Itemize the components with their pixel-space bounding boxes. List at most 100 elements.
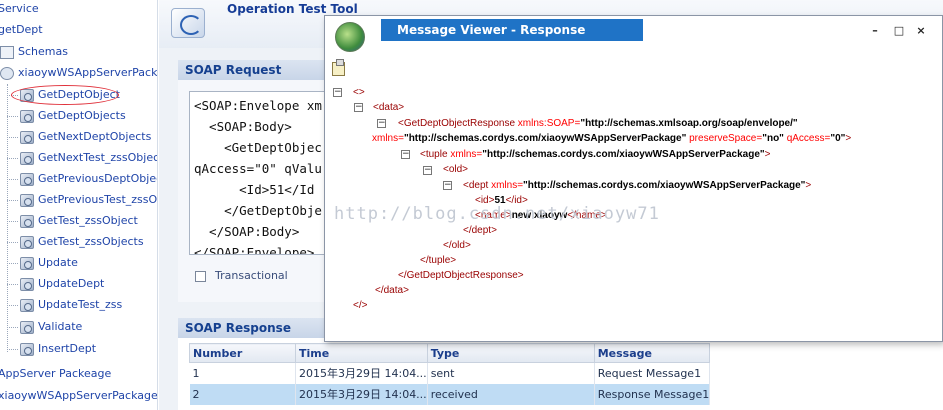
tree-guide-line xyxy=(7,179,18,180)
tree-guide-line xyxy=(7,221,18,222)
tree-item-label: InsertDept xyxy=(38,342,97,355)
tree-item-getdept[interactable]: getDept xyxy=(0,21,43,39)
operation-test-tool-logo-icon xyxy=(171,8,205,38)
soap-response-panel: Number Time Type Message 1 2015年3月29日 14… xyxy=(178,338,943,410)
cell-type: sent xyxy=(427,362,595,384)
operation-icon xyxy=(20,110,34,123)
operation-icon xyxy=(20,215,34,228)
tree-guide-line xyxy=(7,137,18,138)
collapse-toggle[interactable]: − xyxy=(377,119,386,128)
viewer-globe-gear-icon xyxy=(335,22,365,52)
tree-item-label: UpdateTest_zss xyxy=(38,298,123,311)
tree-item-package-2[interactable]: xiaoywWSAppServerPackage xyxy=(0,387,158,405)
package-icon xyxy=(0,67,14,80)
tree-guide-line xyxy=(7,242,18,243)
xml-attr-name: xmlns= xyxy=(372,133,404,144)
operation-icon xyxy=(20,236,34,249)
xml-tag: > xyxy=(764,149,771,160)
xml-line: </tuple> xyxy=(420,253,456,268)
xml-tag: <tuple xyxy=(420,149,451,160)
cell-number: 1 xyxy=(189,362,296,384)
app-title: Operation Test Tool xyxy=(227,2,358,16)
tree-item-label: GetNextDeptObjects xyxy=(38,130,152,143)
close-button[interactable]: × xyxy=(915,25,927,37)
tree-item-label: xiaoywWSAppServerPackage xyxy=(18,66,158,79)
tree-guide-line xyxy=(7,158,18,159)
xml-tag: > xyxy=(805,180,812,191)
transactional-checkbox[interactable] xyxy=(195,271,206,282)
xml-tag: <> xyxy=(353,87,365,98)
tree-item-service[interactable]: Service xyxy=(0,0,39,18)
xml-tag: </> xyxy=(353,300,368,311)
selection-highlight-circle xyxy=(11,85,119,105)
xml-line: xmlns="http://schemas.cordys.com/xiaoywW… xyxy=(372,131,851,146)
cell-message: Response Message1 xyxy=(594,383,711,405)
collapse-toggle[interactable]: − xyxy=(423,166,432,175)
tree-item-label: xiaoywWSAppServerPackage xyxy=(0,389,158,402)
minimize-button[interactable]: – xyxy=(869,25,881,37)
column-header-time[interactable]: Time xyxy=(295,343,428,363)
xml-line: <> xyxy=(353,85,365,100)
operation-icon xyxy=(20,257,34,270)
table-row[interactable]: 1 2015年3月29日 14:04... sent Request Messa… xyxy=(189,362,711,384)
column-header-type[interactable]: Type xyxy=(426,343,595,363)
xml-attr-value: "no" xyxy=(762,133,784,144)
xml-line: <data> xyxy=(373,100,404,115)
viewer-title: Message Viewer - Response Message1 xyxy=(381,19,643,59)
table-row[interactable]: 2 2015年3月29日 14:04... received Response … xyxy=(189,383,711,405)
xml-line: <tuple xmlns="http://schemas.cordys.com/… xyxy=(420,147,770,162)
cell-number: 2 xyxy=(189,383,296,405)
watermark-text: http://blog.csdn.net/xiaoyw71 xyxy=(334,204,660,224)
tree-guide-line xyxy=(7,116,18,117)
tree-guide-line xyxy=(7,349,18,350)
operations-tree: Service getDept Schemas xiaoywWSAppServe… xyxy=(0,0,158,410)
tree-item-label: GetNextTest_zssObjects xyxy=(38,151,158,164)
xml-attr-name: xmlns= xyxy=(491,180,524,191)
schema-icon xyxy=(0,46,14,59)
tree-guide-line xyxy=(7,284,18,285)
soap-request-title: SOAP Request xyxy=(185,63,282,77)
xml-attr-value: "http://schemas.xmlsoap.org/soap/envelop… xyxy=(580,118,798,129)
maximize-button[interactable]: □ xyxy=(893,25,905,37)
tree-item-label: GetTest_zssObjects xyxy=(38,235,144,248)
clipboard-copy-icon[interactable] xyxy=(332,59,345,76)
cell-type: received xyxy=(427,383,595,405)
transactional-label: Transactional xyxy=(215,269,288,282)
viewer-toolbar xyxy=(325,56,942,80)
xml-line: <old> xyxy=(443,162,468,177)
tree-item-label: GetPreviousTest_zssObjects xyxy=(38,193,158,206)
cell-message: Request Message1 xyxy=(594,362,711,384)
column-header-number[interactable]: Number xyxy=(189,343,296,363)
tree-item-label: Schemas xyxy=(18,45,68,58)
table-header-row: Number Time Type Message xyxy=(189,343,711,363)
xml-tag: <old> xyxy=(443,164,469,175)
xml-line: </> xyxy=(353,298,367,313)
xml-attr-name: qAccess= xyxy=(786,133,831,144)
collapse-toggle[interactable]: − xyxy=(354,103,363,112)
soap-response-title: SOAP Response xyxy=(185,321,291,335)
xml-attr-name: xmlns= xyxy=(450,149,483,160)
tree-guide-line xyxy=(7,200,18,201)
xml-attr-name: preserveSpace= xyxy=(689,133,763,144)
tree-guide-line xyxy=(7,84,8,352)
xml-attr-value: "http://schemas.cordys.com/xiaoywWSAppSe… xyxy=(523,180,806,191)
collapse-toggle[interactable]: − xyxy=(443,181,452,190)
tree-item-appserver-package[interactable]: AppServer Packeage xyxy=(0,365,111,383)
xml-tag: </dept> xyxy=(463,225,497,236)
column-header-message[interactable]: Message xyxy=(593,343,711,363)
xml-line: <dept xmlns="http://schemas.cordys.com/x… xyxy=(463,178,811,193)
collapse-toggle[interactable]: − xyxy=(333,88,342,97)
collapse-toggle[interactable]: − xyxy=(401,150,410,159)
tree-item-label: GetPreviousDeptObjects xyxy=(38,172,157,185)
xml-line: </data> xyxy=(375,283,409,298)
viewer-titlebar[interactable]: Message Viewer - Response Message1 – □ × xyxy=(325,16,942,59)
operation-icon xyxy=(20,131,34,144)
xml-attr-value: "http://schemas.cordys.com/xiaoywWSAppSe… xyxy=(482,149,765,160)
operation-icon xyxy=(20,278,34,291)
tree-guide-line xyxy=(7,263,18,264)
operation-icon xyxy=(20,299,34,312)
xml-attr-value: "0" xyxy=(830,133,846,144)
message-viewer-dialog: Message Viewer - Response Message1 – □ ×… xyxy=(324,15,943,342)
xml-line: <GetDeptObjectResponse xmlns:SOAP="http:… xyxy=(398,116,798,131)
tree-item-label: AppServer Packeage xyxy=(0,367,112,380)
